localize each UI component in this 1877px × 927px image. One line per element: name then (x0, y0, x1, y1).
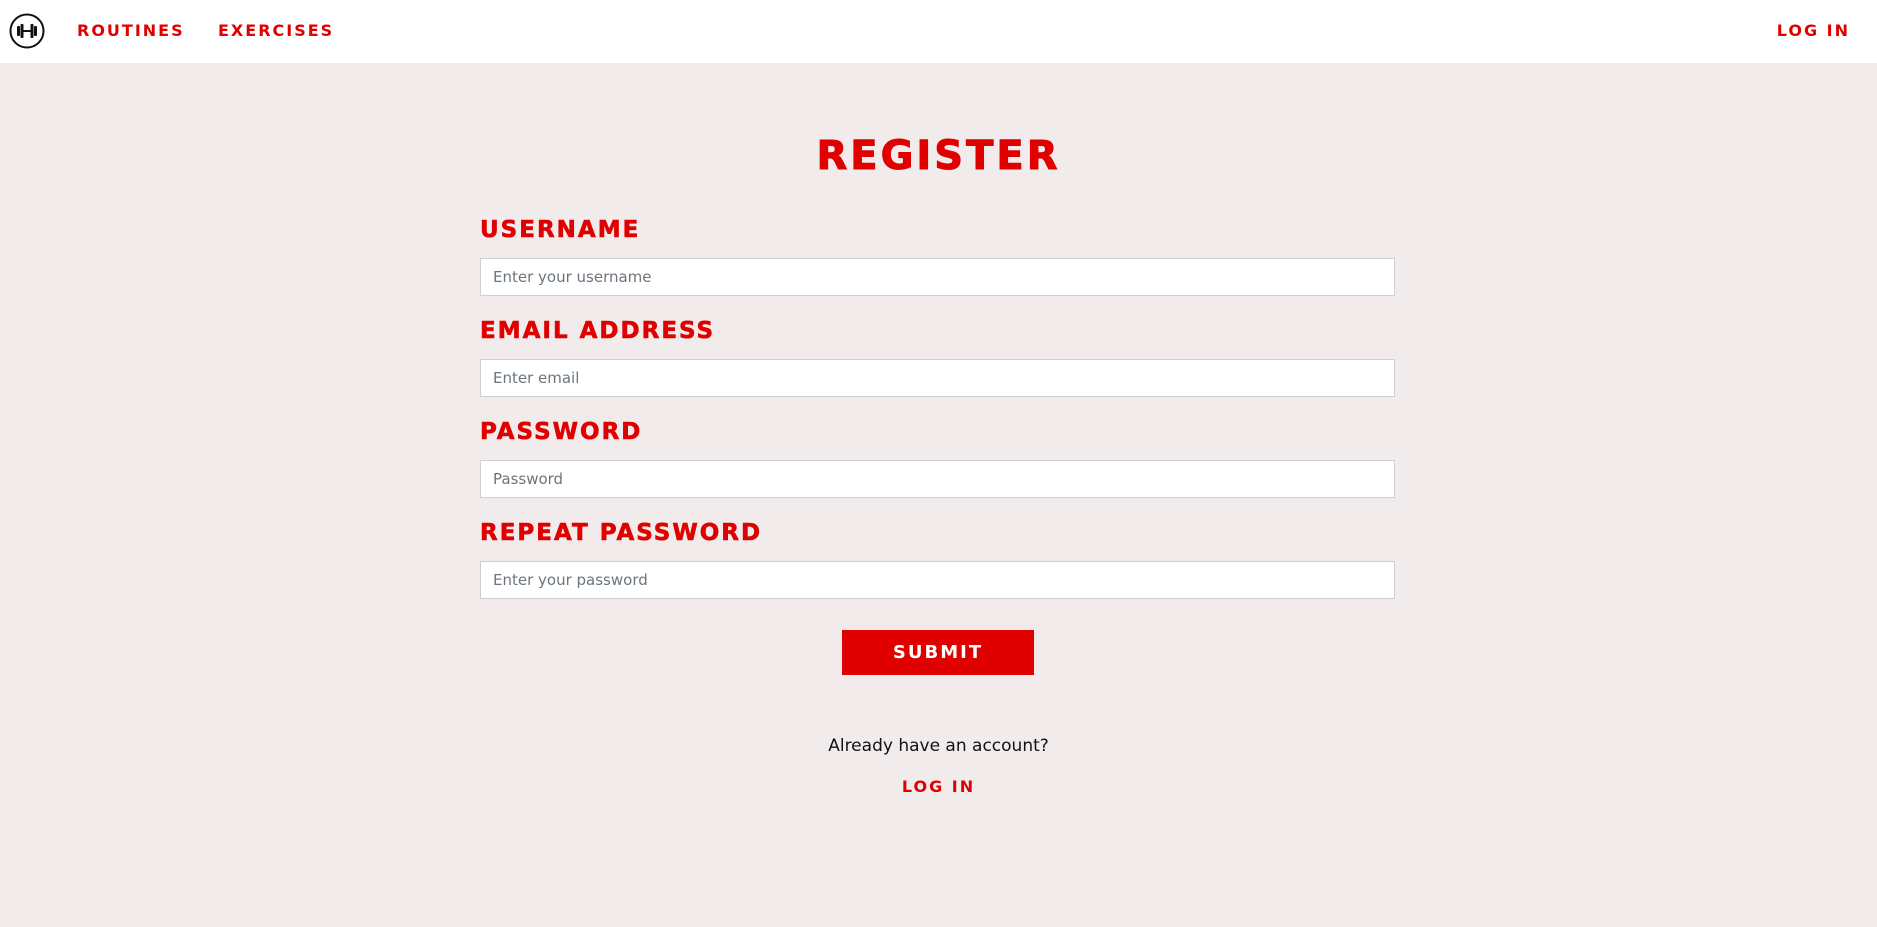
username-label: USERNAME (480, 217, 641, 244)
password-label: PASSWORD (480, 419, 643, 446)
repeat-password-input[interactable] (480, 561, 1395, 599)
submit-button[interactable]: SUBMIT (842, 630, 1034, 675)
navbar: ROUTINES EXERCISES LOG IN (0, 0, 1877, 63)
username-input[interactable] (480, 258, 1395, 296)
email-label: EMAIL ADDRESS (480, 318, 716, 345)
already-have-account-text: Already have an account? (828, 736, 1049, 756)
nav-routines-link[interactable]: ROUTINES (77, 22, 185, 40)
nav-login-link[interactable]: LOG IN (1777, 22, 1850, 40)
nav-exercises-link[interactable]: EXERCISES (218, 22, 334, 40)
email-input[interactable] (480, 359, 1395, 397)
repeat-password-label: REPEAT PASSWORD (480, 520, 763, 547)
password-input[interactable] (480, 460, 1395, 498)
dumbbell-icon[interactable] (9, 13, 45, 49)
login-link[interactable]: LOG IN (902, 777, 975, 796)
bottom-login-container: LOG IN (0, 778, 1877, 796)
page-title: REGISTER (816, 133, 1061, 180)
